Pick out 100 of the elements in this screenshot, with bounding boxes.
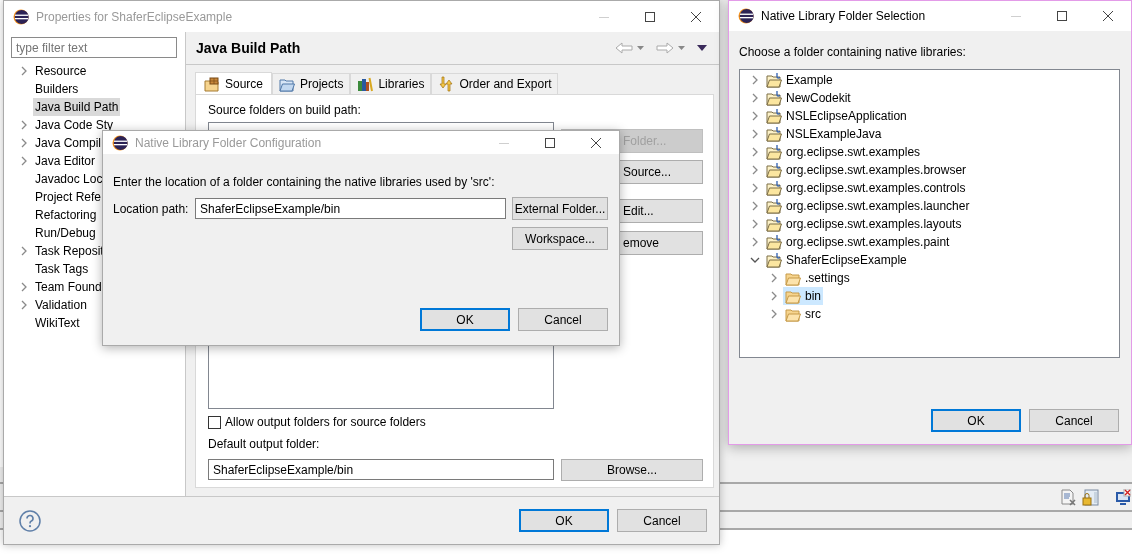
chevron-icon[interactable] — [750, 75, 760, 85]
category-item[interactable]: Java Build Path — [33, 98, 121, 116]
filter-field[interactable]: type filter text — [11, 37, 177, 58]
close-icon[interactable] — [691, 11, 701, 22]
project-folder-icon — [766, 144, 782, 160]
window-title: Native Library Folder Selection — [761, 9, 926, 23]
tree-item[interactable]: org.eclipse.swt.examples.browser — [764, 161, 969, 179]
tab[interactable]: Order and Export — [431, 73, 559, 94]
maximize-icon[interactable] — [1057, 11, 1067, 21]
instruction-text: Choose a folder containing native libraries: — [739, 45, 967, 59]
eclipse-logo-icon — [112, 134, 128, 151]
project-folder-icon — [766, 252, 782, 268]
tree-item[interactable]: NSLEclipseApplication — [764, 107, 909, 125]
eclipse-logo-icon — [738, 8, 754, 24]
location-path-field[interactable]: ShaferEclipseExample/bin — [195, 198, 506, 219]
help-icon[interactable] — [19, 509, 41, 532]
checkbox-label[interactable]: Allow output folders for source folders — [225, 415, 426, 429]
chevron-icon[interactable] — [750, 165, 760, 175]
view-menu-icon[interactable] — [697, 45, 707, 51]
category-item[interactable]: Task Reposit — [33, 242, 106, 260]
external-folder-button[interactable]: External Folder... — [512, 197, 608, 220]
chevron-icon[interactable] — [19, 246, 29, 256]
tree-item[interactable]: org.eclipse.swt.examples.controls — [764, 179, 968, 197]
tab[interactable]: Projects — [272, 73, 351, 94]
chevron-icon[interactable] — [750, 219, 760, 229]
section-label: Source folders on build path: — [208, 103, 362, 117]
category-item[interactable]: Builders — [33, 80, 81, 98]
ok-button[interactable]: OK — [420, 308, 510, 331]
chevron-icon[interactable] — [750, 93, 760, 103]
books-icon — [357, 76, 374, 92]
tree-item[interactable]: bin — [783, 287, 823, 305]
category-item[interactable]: Project Refe — [33, 188, 104, 206]
forward-arrow-icon[interactable] — [656, 42, 674, 54]
instruction-text: Enter the location of a folder containing the native libraries used by 'src': — [113, 175, 496, 189]
monitor-icon[interactable] — [1115, 488, 1131, 506]
chevron-icon[interactable] — [750, 183, 760, 193]
tree-item[interactable]: src — [783, 305, 823, 323]
output-folder-field[interactable]: ShaferEclipseExample/bin — [208, 459, 554, 480]
caret-icon[interactable] — [637, 46, 644, 50]
project-folder-icon — [766, 72, 782, 88]
chevron-icon[interactable] — [750, 111, 760, 121]
folder-icon — [785, 288, 801, 304]
field-label: Default output folder: — [208, 437, 321, 451]
category-item[interactable]: Java Compil — [33, 134, 104, 152]
category-item[interactable]: Team Found — [33, 278, 104, 296]
chevron-icon[interactable] — [769, 291, 779, 301]
project-folder-icon — [766, 180, 782, 196]
tab[interactable]: Source — [195, 72, 273, 94]
tab[interactable]: Libraries — [350, 73, 432, 94]
tree-item[interactable]: NSLExampleJava — [764, 125, 884, 143]
chevron-icon[interactable] — [750, 147, 760, 157]
category-item[interactable]: Task Tags — [33, 260, 91, 278]
workspace-button[interactable]: Workspace... — [512, 227, 608, 250]
lock-icon[interactable] — [1082, 488, 1099, 506]
chevron-icon[interactable] — [750, 201, 760, 211]
tree-item[interactable]: Example — [764, 71, 835, 89]
eclipse-logo-icon — [13, 8, 29, 25]
chevron-icon[interactable] — [750, 129, 760, 139]
tree-item[interactable]: .settings — [783, 269, 852, 287]
category-item[interactable]: Refactoring — [33, 206, 99, 224]
caret-icon[interactable] — [678, 46, 685, 50]
category-item[interactable]: Run/Debug — [33, 224, 98, 242]
project-folder-icon — [766, 108, 782, 124]
cancel-button[interactable]: Cancel — [518, 308, 608, 331]
package-folder-icon — [204, 75, 220, 92]
folder-icon — [785, 306, 801, 322]
chevron-icon[interactable] — [769, 273, 779, 283]
checkbox[interactable] — [208, 415, 221, 429]
tree-item[interactable]: NewCodekit — [764, 89, 853, 107]
ok-button[interactable]: OK — [931, 409, 1021, 432]
category-item[interactable]: Javadoc Loc — [33, 170, 105, 188]
chevron-icon[interactable] — [769, 309, 779, 319]
chevron-icon[interactable] — [750, 255, 760, 265]
window-title: Properties for ShaferEclipseExample — [36, 9, 233, 24]
window-title: Native Library Folder Configuration — [135, 135, 322, 150]
project-folder-icon — [766, 126, 782, 142]
chevron-icon[interactable] — [750, 237, 760, 247]
tree-item[interactable]: org.eclipse.swt.examples.launcher — [764, 197, 972, 215]
maximize-icon[interactable] — [545, 137, 555, 148]
category-item[interactable]: WikiText — [33, 314, 82, 332]
cancel-button[interactable]: Cancel — [617, 509, 707, 532]
cancel-button[interactable]: Cancel — [1029, 409, 1119, 432]
back-arrow-icon[interactable] — [615, 42, 633, 54]
category-item[interactable]: Validation — [33, 296, 89, 314]
tree-item[interactable]: org.eclipse.swt.examples.paint — [764, 233, 952, 251]
folder-icon — [279, 76, 296, 92]
project-folder-icon — [766, 198, 782, 214]
category-item[interactable]: Java Editor — [33, 152, 98, 170]
tree-item[interactable]: org.eclipse.swt.examples — [764, 143, 923, 161]
close-icon[interactable] — [1103, 11, 1113, 21]
document-remove-icon[interactable] — [1060, 488, 1076, 506]
close-icon[interactable] — [591, 137, 601, 148]
maximize-icon[interactable] — [645, 11, 655, 22]
browse-button[interactable]: Browse... — [561, 459, 703, 481]
folder-icon — [785, 270, 801, 286]
ok-button[interactable]: OK — [519, 509, 609, 532]
tree-item[interactable]: org.eclipse.swt.examples.layouts — [764, 215, 964, 233]
category-item[interactable]: Resource — [33, 62, 89, 80]
tree-item[interactable]: ShaferEclipseExample — [764, 251, 909, 269]
chevron-icon[interactable] — [19, 66, 29, 76]
